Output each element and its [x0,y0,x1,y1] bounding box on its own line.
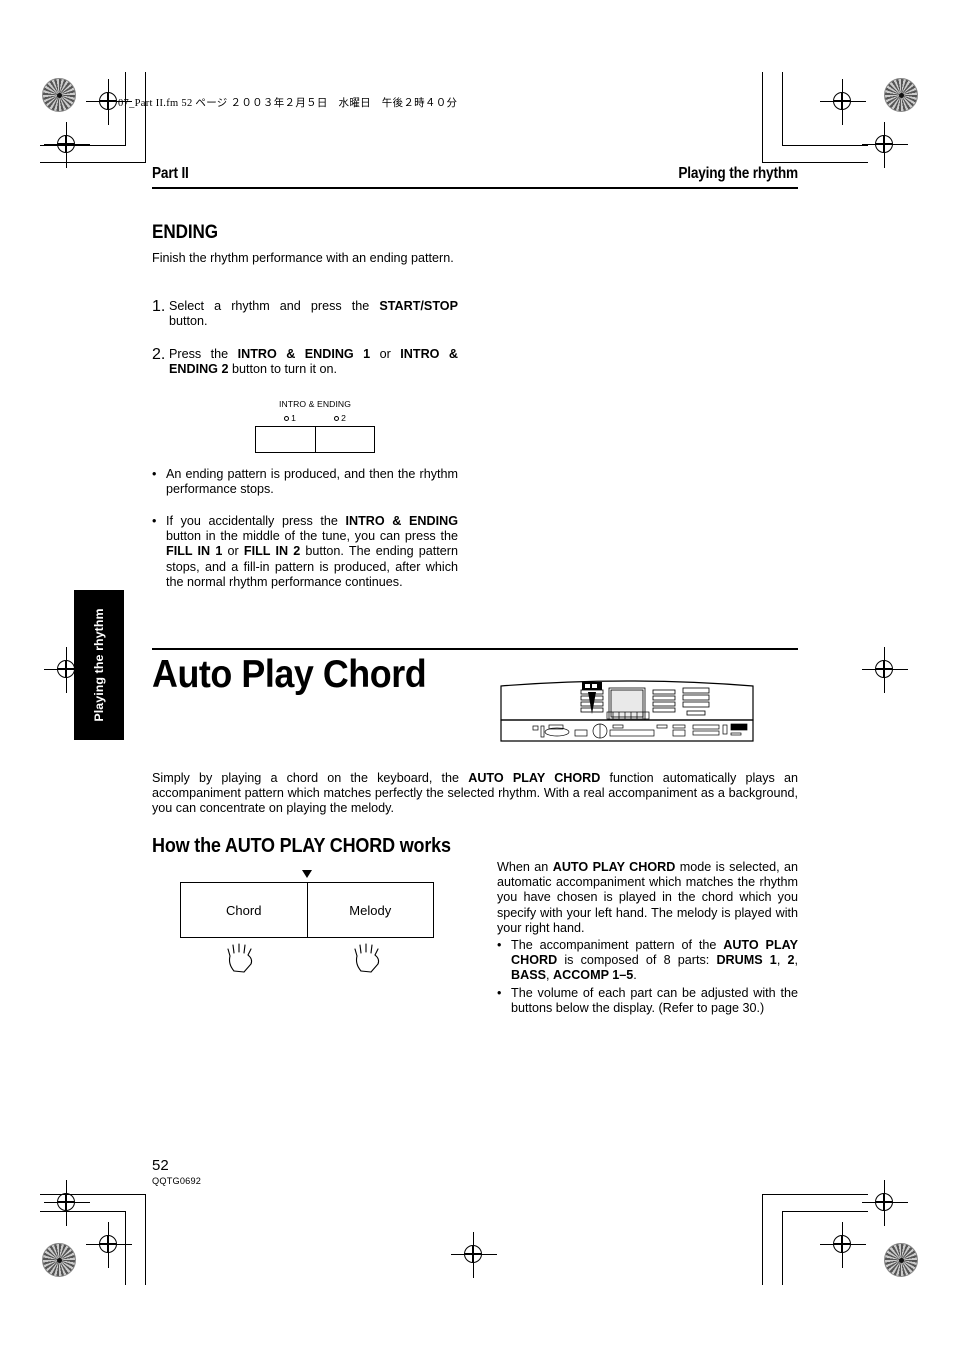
bullet-marker: • [152,514,157,528]
registration-dot-top-right [884,78,918,112]
apc-right-bullet-1-text: The accompaniment pattern of the AUTO PL… [511,938,799,983]
figure-zone-chord: Chord [226,902,262,918]
figure-intro-ending-label: INTRO & ENDING [278,399,352,409]
step-2-text: Press the INTRO & ENDING 1 or INTRO & EN… [169,347,458,377]
registration-cross-top-right [820,79,866,125]
registration-cross-bottom-right [820,1222,866,1268]
trim-line-top-left-h [40,145,126,147]
step-2-number: 2. [152,346,166,363]
step-2: 2. Press the INTRO & ENDING 1 or INTRO &… [152,346,458,377]
figure-chord-melody-split: Chord Melody [180,870,434,976]
figure-led-indicator-1: 1 [284,413,296,423]
step-1-number: 1. [152,298,166,315]
step-1-text: Select a rhythm and press the START/STOP… [169,299,458,329]
figure-button-2 [314,427,375,452]
side-tab-label: Playing the rhythm [92,608,106,722]
auto-play-chord-intro: Simply by playing a chord on the keyboar… [152,771,799,816]
ending-intro: Finish the rhythm performance with an en… [152,251,454,265]
document-code: QQTG0692 [152,1176,202,1186]
figure-hands-row [180,942,434,976]
registration-cross-top-right-2 [862,122,908,168]
heading-auto-play-chord: Auto Play Chord [152,653,427,696]
trim-line-top-left-h2 [40,162,146,164]
registration-cross-bottom-right-2 [862,1180,908,1226]
figure-mark-1-label: 1 [291,413,296,423]
ending-bullet-1-text: An ending pattern is produced, and then … [166,467,458,497]
figure-zone-melody: Melody [306,883,434,937]
registration-dot-bottom-left [42,1243,76,1277]
page-number: 52 [152,1157,169,1174]
trim-line-bottom-left-v [125,1211,127,1285]
ending-bullet-2-text: If you accidentally press the INTRO & EN… [166,514,459,589]
page-content: Part II Playing the rhythm ENDING Finish… [152,0,798,1351]
figure-button-1 [256,427,315,452]
ending-bullet-2: • If you accidentally press the INTRO & … [152,514,458,590]
apc-right-bullet-2-text: The volume of each part can be adjusted … [511,986,798,1016]
trim-line-bottom-left-v2 [145,1194,147,1285]
registration-cross-mid-right [862,647,908,693]
side-tab-playing-the-rhythm: Playing the rhythm [74,590,124,740]
bullet-marker: • [152,467,157,481]
running-head-left: Part II [152,165,189,182]
running-head: Part II Playing the rhythm [152,165,798,183]
step-1: 1. Select a rhythm and press the START/S… [152,298,458,329]
trim-line-top-left-v2 [145,72,147,163]
figure-button-row [255,426,375,453]
figure-mark-2-label: 2 [341,413,346,423]
led-circle-icon [334,415,340,421]
running-head-rule [152,187,798,189]
keyboard-control-panel-illustration [497,668,757,750]
running-head-right: Playing the rhythm [678,165,798,182]
ending-bullet-1: • An ending pattern is produced, and the… [152,467,458,497]
right-hand-icon [307,942,434,976]
figure-keyboard-zones: Chord Melody [180,882,434,938]
split-point-arrow-icon [302,870,312,878]
bullet-marker: • [497,986,502,1000]
apc-right-bullet-1: • The accompaniment pattern of the AUTO … [497,938,798,984]
figure-intro-ending-buttons: INTRO & ENDING 1 2 [255,399,375,453]
bullet-marker: • [497,938,502,952]
registration-dot-bottom-right [884,1243,918,1277]
trim-line-bottom-left-h [40,1211,126,1213]
figure-intro-ending-marks: 1 2 [255,413,375,423]
apc-right-bullet-2: • The volume of each part can be adjuste… [497,986,798,1016]
registration-dot-top-left [42,78,76,112]
left-hand-icon [180,942,307,976]
auto-play-chord-rule [152,648,798,650]
led-circle-icon [284,415,290,421]
registration-cross-bottom-left-2 [44,1180,90,1226]
figure-led-indicator-2: 2 [334,413,346,423]
heading-ending: ENDING [152,222,218,243]
apc-right-paragraph: When an AUTO PLAY CHORD mode is selected… [497,860,798,935]
trim-line-bottom-left-h2 [40,1194,146,1196]
heading-how-apc-works: How the AUTO PLAY CHORD works [152,835,451,857]
